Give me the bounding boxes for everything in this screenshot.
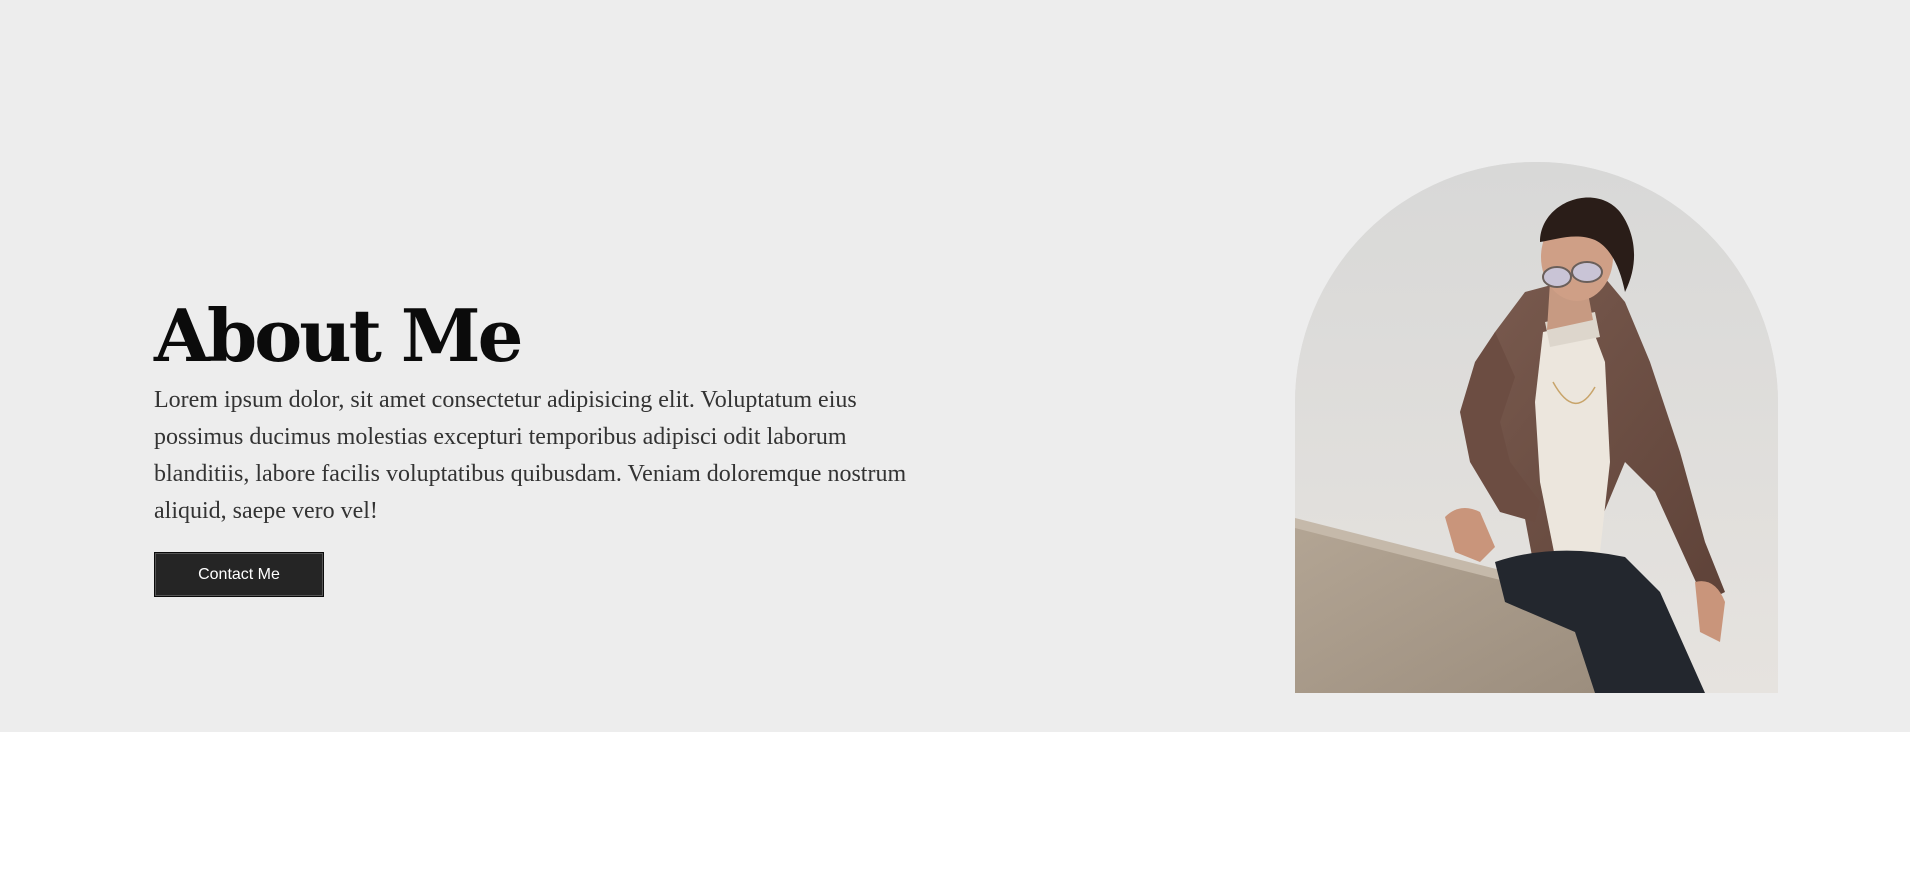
page-title: About Me <box>154 293 523 378</box>
about-section: About Me Lorem ipsum dolor, sit amet con… <box>0 0 1910 732</box>
portrait-image <box>1295 162 1778 693</box>
about-text-block: About Me Lorem ipsum dolor, sit amet con… <box>154 296 934 597</box>
contact-me-button[interactable]: Contact Me <box>154 552 324 597</box>
page-footer-space <box>0 732 1910 885</box>
about-description: Lorem ipsum dolor, sit amet consectetur … <box>154 387 907 524</box>
portrait-illustration <box>1295 162 1778 693</box>
